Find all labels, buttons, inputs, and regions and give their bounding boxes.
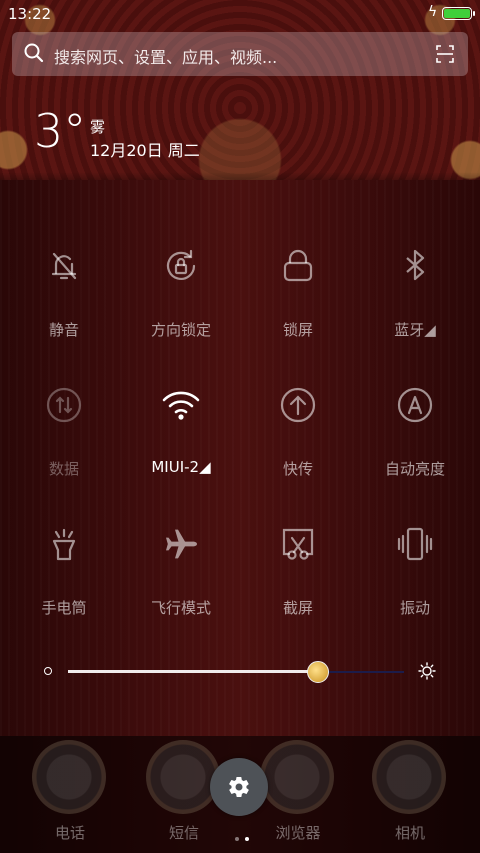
toggle-auto-brightness[interactable]: 自动亮度 [355, 343, 475, 478]
toggle-label: 飞行模式 [150, 599, 211, 617]
phone-icon [32, 740, 106, 814]
toggle-label: 振动 [399, 599, 430, 617]
search-placeholder: 搜索网页、设置、应用、视频... [54, 48, 278, 67]
messages-icon [146, 740, 220, 814]
page-dot-active [245, 837, 249, 841]
toggle-label: 蓝牙◢ [394, 321, 436, 339]
toggle-vibrate[interactable]: 振动 [355, 482, 475, 617]
toggle-label: 数据 [48, 460, 79, 478]
toggle-label: 截屏 [282, 599, 313, 617]
bluetooth-icon [406, 249, 425, 281]
toggle-mute[interactable]: 静音 [4, 204, 124, 339]
search-icon [24, 43, 44, 63]
toggle-quick-share[interactable]: 快传 [238, 343, 358, 478]
toggle-lock-screen[interactable]: 锁屏 [238, 204, 358, 339]
toggle-label: MIUI-2◢ [151, 458, 211, 476]
brightness-track-fill [68, 670, 317, 673]
toggle-rotation-lock[interactable]: 方向锁定 [121, 204, 241, 339]
share-upload-icon [280, 387, 316, 423]
toggle-flashlight[interactable]: 手电筒 [4, 482, 124, 617]
dock-app-label: 短信 [168, 824, 199, 842]
toggle-mobile-data[interactable]: 数据 [4, 343, 124, 478]
gear-icon [229, 777, 249, 797]
camera-icon [372, 740, 446, 814]
dock-app-camera[interactable]: 相机 [350, 736, 470, 853]
toggle-label: 快传 [282, 460, 313, 478]
battery-icon [442, 7, 475, 20]
toggle-airplane-mode[interactable]: 飞行模式 [121, 482, 241, 617]
dock-app-phone[interactable]: 电话 [10, 736, 130, 853]
bell-off-icon [51, 252, 77, 280]
screen: 13:22 ϟ 搜索网页、设置、应用、视频... 3° 雾 12月20日 周二 … [0, 0, 480, 853]
rotation-lock-icon [166, 249, 196, 280]
search-bar[interactable]: 搜索网页、设置、应用、视频... [12, 32, 468, 76]
flashlight-icon [52, 528, 76, 561]
brightness-slider[interactable] [0, 650, 480, 690]
toggle-bluetooth[interactable]: 蓝牙◢ [355, 204, 475, 339]
charging-icon: ϟ [428, 4, 438, 20]
screenshot-icon [282, 528, 314, 560]
scan-icon[interactable] [436, 45, 454, 63]
brightness-high-icon [418, 662, 436, 680]
browser-icon [260, 740, 334, 814]
weather-condition: 雾 [90, 118, 106, 136]
status-bar: 13:22 ϟ [0, 0, 480, 28]
data-icon [46, 387, 82, 423]
lock-icon [283, 249, 313, 282]
weather-date: 12月20日 周二 [90, 141, 200, 160]
weather-temperature[interactable]: 3° [34, 108, 86, 154]
airplane-icon [166, 529, 197, 559]
toggle-label: 锁屏 [282, 321, 313, 339]
brightness-low-icon [44, 667, 52, 675]
toggle-label: 自动亮度 [384, 460, 445, 478]
toggle-label: 手电筒 [41, 599, 87, 617]
status-time: 13:22 [8, 5, 52, 23]
vibrate-icon [397, 527, 433, 561]
dock-app-label: 浏览器 [275, 824, 321, 842]
toggle-screenshot[interactable]: 截屏 [238, 482, 358, 617]
toggle-label: 方向锁定 [150, 321, 211, 339]
page-indicator [232, 826, 252, 845]
dock-app-label: 电话 [54, 824, 85, 842]
brightness-knob[interactable] [306, 661, 329, 683]
dock-app-label: 相机 [394, 824, 425, 842]
toggle-wifi[interactable]: MIUI-2◢ [121, 343, 241, 476]
wifi-icon [162, 391, 200, 420]
page-dot [235, 837, 239, 841]
toggle-label: 静音 [48, 321, 79, 339]
auto-brightness-icon [397, 387, 433, 423]
settings-button[interactable] [210, 758, 268, 816]
